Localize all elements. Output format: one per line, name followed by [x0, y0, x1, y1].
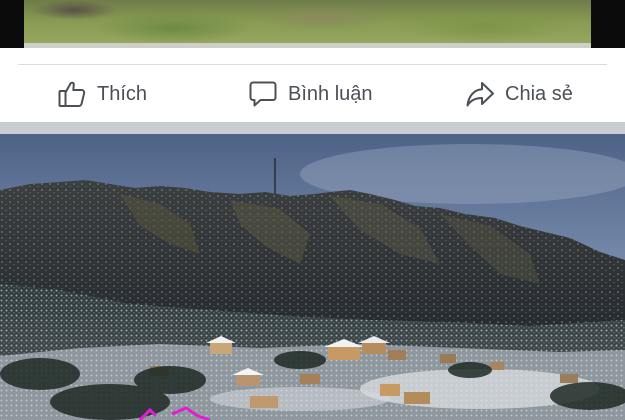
- share-arrow-icon: [465, 79, 495, 109]
- like-button[interactable]: Thích: [57, 76, 147, 112]
- share-button[interactable]: Chia sẻ: [465, 76, 573, 112]
- snowy-mountain-photo: [0, 134, 625, 420]
- comment-button[interactable]: Bình luận: [248, 76, 373, 112]
- like-label: Thích: [97, 82, 148, 105]
- action-bar-divider: [18, 64, 607, 65]
- comment-label: Bình luận: [288, 82, 373, 105]
- thumbs-up-icon: [57, 79, 87, 109]
- previous-post-image-frame: [0, 0, 625, 48]
- share-label: Chia sẻ: [505, 82, 573, 105]
- comment-bubble-icon: [248, 79, 278, 109]
- feed-separator: [0, 122, 625, 134]
- post-action-bar: Thích Bình luận Chia sẻ: [0, 48, 625, 122]
- post-photo[interactable]: [0, 134, 625, 420]
- previous-post-image[interactable]: [24, 0, 591, 48]
